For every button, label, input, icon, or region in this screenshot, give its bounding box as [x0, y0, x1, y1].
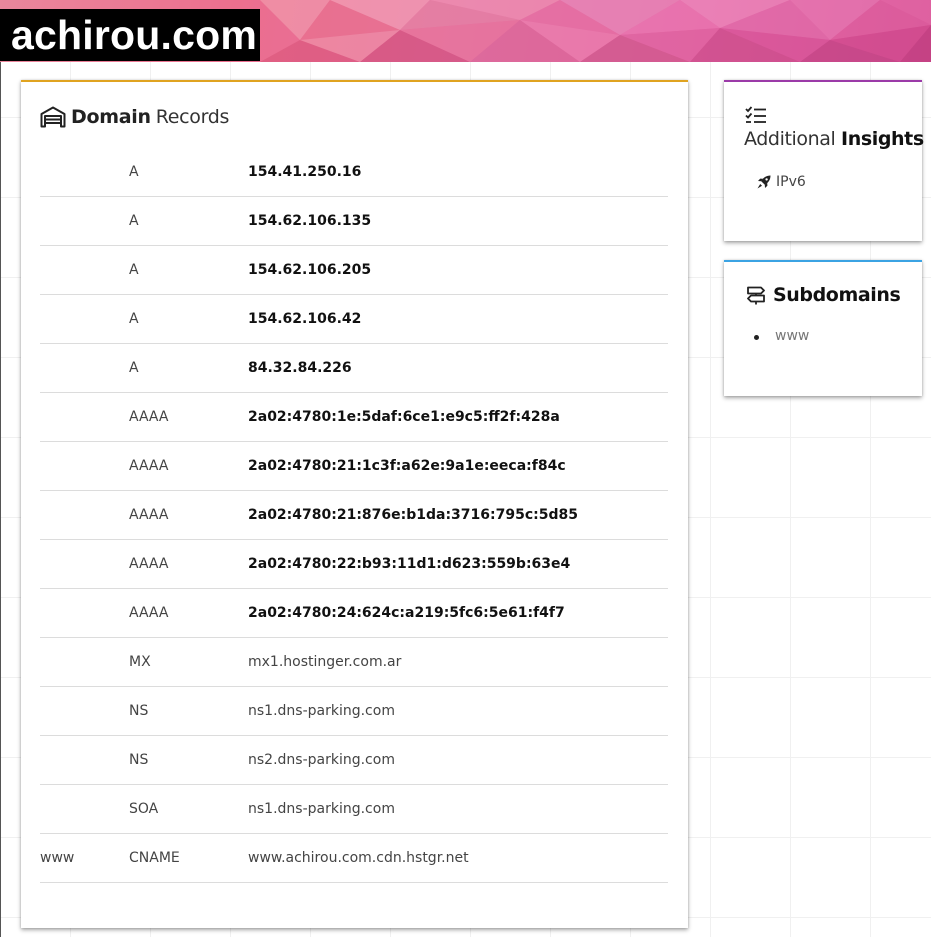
record-type: AAAA	[129, 392, 248, 442]
domain-records-title-bold: Domain	[71, 106, 151, 128]
checklist-icon	[745, 106, 766, 123]
table-row: MX mx1.hostinger.com.ar	[40, 637, 668, 687]
record-value: 2a02:4780:24:624c:a219:5fc6:5e61:f4f7	[248, 588, 668, 638]
warehouse-icon	[40, 106, 66, 128]
record-type: A	[129, 245, 248, 295]
record-host	[40, 343, 129, 393]
record-value: 2a02:4780:21:1c3f:a62e:9a1e:eeca:f84c	[248, 441, 668, 491]
table-row: AAAA 2a02:4780:24:624c:a219:5fc6:5e61:f4f…	[40, 588, 668, 638]
record-host	[40, 637, 129, 687]
record-type: NS	[129, 735, 248, 785]
record-value: mx1.hostinger.com.ar	[248, 637, 668, 687]
record-value: ns1.dns-parking.com	[248, 686, 668, 736]
record-host	[40, 294, 129, 344]
table-row: SOA ns1.dns-parking.com	[40, 784, 668, 834]
record-host	[40, 539, 129, 589]
subdomain-item[interactable]: www	[753, 328, 809, 344]
record-value: ns1.dns-parking.com	[248, 784, 668, 834]
record-host: www	[40, 833, 129, 883]
table-row: www CNAME www.achirou.com.cdn.hstgr.net	[40, 833, 668, 883]
domain-records-card: Domain Records A 154.41.250.16 A 154.62.106.…	[21, 80, 688, 928]
record-type: NS	[129, 686, 248, 736]
additional-insights-card: Additional Insights IPv6	[724, 80, 924, 241]
record-host	[40, 392, 129, 442]
insight-item-ipv6: IPv6	[756, 174, 806, 190]
record-type: A	[129, 294, 248, 344]
record-type: AAAA	[129, 441, 248, 491]
record-type: A	[129, 148, 248, 197]
record-value: 154.62.106.42	[248, 294, 668, 344]
record-host	[40, 686, 129, 736]
record-host	[40, 196, 129, 246]
additional-insights-heading: Additional Insights	[744, 128, 924, 150]
table-row: A 154.41.250.16	[40, 148, 668, 197]
record-host	[40, 784, 129, 834]
table-row: AAAA 2a02:4780:22:b93:11d1:d623:559b:63e4	[40, 539, 668, 589]
table-row: AAAA 2a02:4780:21:876e:b1da:3716:795c:5d8…	[40, 490, 668, 540]
record-type: A	[129, 343, 248, 393]
record-type: AAAA	[129, 588, 248, 638]
record-value: 84.32.84.226	[248, 343, 668, 393]
record-host	[40, 735, 129, 785]
record-type: A	[129, 196, 248, 246]
record-type: AAAA	[129, 539, 248, 589]
record-host	[40, 588, 129, 638]
record-type: MX	[129, 637, 248, 687]
subdomains-title: Subdomains	[773, 284, 901, 306]
record-host	[40, 490, 129, 540]
table-row: A 154.62.106.135	[40, 196, 668, 246]
record-type: CNAME	[129, 833, 248, 883]
table-row: A 154.62.106.205	[40, 245, 668, 295]
record-value: 2a02:4780:1e:5daf:6ce1:e9c5:ff2f:428a	[248, 392, 668, 442]
domain-records-title-light: Records	[155, 106, 230, 128]
table-row: A 84.32.84.226	[40, 343, 668, 393]
record-host	[40, 148, 129, 197]
record-value: 2a02:4780:22:b93:11d1:d623:559b:63e4	[248, 539, 668, 589]
table-row: AAAA 2a02:4780:21:1c3f:a62e:9a1e:eeca:f84…	[40, 441, 668, 491]
record-host	[40, 441, 129, 491]
additional-insights-title-bold: Insights	[841, 128, 924, 150]
site-title[interactable]: achirou.com	[0, 9, 260, 61]
table-row: A 154.62.106.42	[40, 294, 668, 344]
record-value: 2a02:4780:21:876e:b1da:3716:795c:5d85	[248, 490, 668, 540]
domain-records-heading: Domain Records	[40, 104, 229, 130]
record-host	[40, 245, 129, 295]
insight-item-label: IPv6	[776, 174, 806, 190]
signpost-icon	[747, 286, 765, 305]
records-table: A 154.41.250.16 A 154.62.106.135 A 154.62.106…	[40, 148, 668, 883]
record-value: www.achirou.com.cdn.hstgr.net	[248, 833, 668, 883]
record-value: 154.62.106.205	[248, 245, 668, 295]
record-type: SOA	[129, 784, 248, 834]
record-type: AAAA	[129, 490, 248, 540]
header-banner: achirou.com	[0, 0, 931, 62]
subdomains-list: www	[753, 328, 809, 344]
rocket-icon	[757, 175, 771, 189]
additional-insights-title-light: Additional	[744, 128, 836, 150]
record-value: 154.62.106.135	[248, 196, 668, 246]
record-value: ns2.dns-parking.com	[248, 735, 668, 785]
table-row: NS ns1.dns-parking.com	[40, 686, 668, 736]
table-row: NS ns2.dns-parking.com	[40, 735, 668, 785]
subdomains-card: Subdomains www	[724, 260, 922, 396]
page-left-border	[0, 62, 1, 937]
subdomains-heading: Subdomains	[746, 284, 901, 306]
record-value: 154.41.250.16	[248, 148, 668, 197]
table-row: AAAA 2a02:4780:1e:5daf:6ce1:e9c5:ff2f:428…	[40, 392, 668, 442]
